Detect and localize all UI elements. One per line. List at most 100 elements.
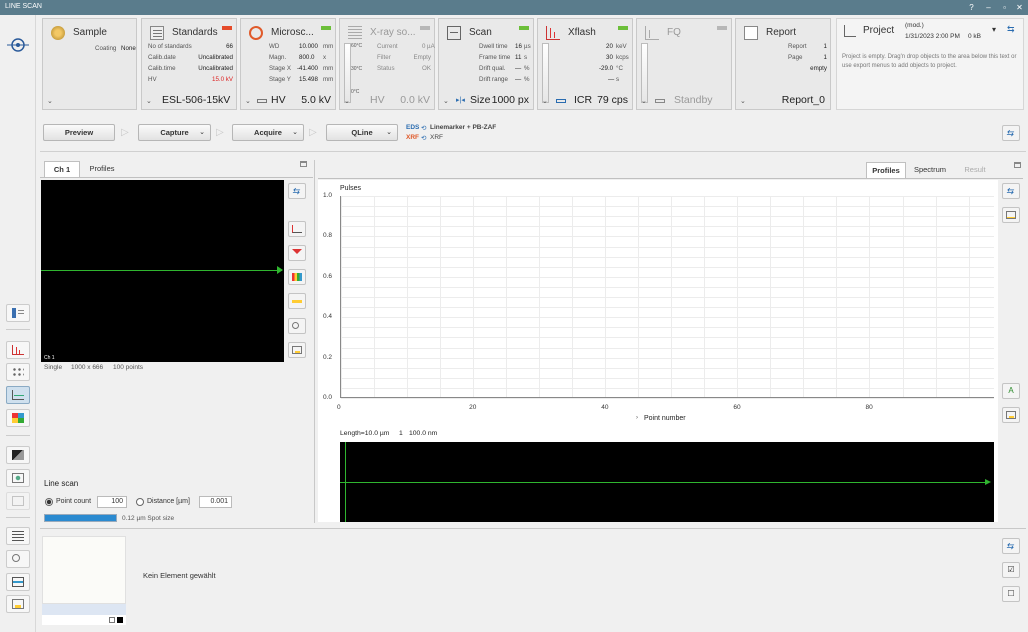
disabled-tool-button[interactable]	[6, 492, 30, 510]
preview-button[interactable]: Preview	[43, 124, 115, 141]
search-tool-button[interactable]	[6, 550, 30, 568]
point-count-radio[interactable]	[45, 498, 53, 506]
distance-input[interactable]: 0.001	[199, 496, 232, 508]
scan-line-end-marker[interactable]	[277, 266, 283, 274]
acquire-button[interactable]: Acquire ⌄	[232, 124, 304, 141]
report-tool-button[interactable]	[6, 595, 30, 613]
scan-card[interactable]: Scan Dwell time 16 µs Frame time 11 s Dr…	[438, 18, 534, 110]
tab-ch1[interactable]: Ch 1	[44, 161, 80, 177]
capture-button[interactable]: Capture ⌄	[138, 124, 211, 141]
sample-card[interactable]: Sample Coating None ⌄	[42, 18, 137, 110]
report-card[interactable]: Report Report 1 Page 1 empty ⌄ Report_0	[735, 18, 831, 110]
tab-profiles[interactable]: Profiles	[84, 161, 120, 177]
auto-scale-button[interactable]: A	[1002, 383, 1020, 399]
y-tick-label: 0.4	[323, 313, 333, 321]
temp-label: 60°C	[351, 43, 363, 49]
qline-label: QLine	[351, 128, 373, 137]
check-all-button[interactable]: ☑	[1002, 562, 1020, 578]
points-icon	[12, 367, 24, 377]
chart-report-button[interactable]	[1002, 407, 1020, 423]
grid-line-horizontal	[341, 286, 994, 288]
marker-button[interactable]	[288, 293, 306, 309]
panel-splitter[interactable]	[314, 160, 315, 523]
chevron-down-icon[interactable]: ⌄	[542, 97, 548, 105]
chevron-down-icon[interactable]: ⌄	[443, 97, 449, 105]
xflash-card[interactable]: Xflash 20 keV 30 kcps -29.0 °C — s ⌄ ICR…	[537, 18, 633, 110]
no-element-message: Kein Element gewählt	[143, 571, 216, 580]
list-tool-button[interactable]	[6, 527, 30, 545]
point-count-input[interactable]: 100	[97, 496, 127, 508]
standards-label: Calib.date	[148, 54, 176, 61]
qline-button[interactable]: QLine ⌄	[326, 124, 398, 141]
linescan-tool-button[interactable]	[6, 386, 30, 404]
xray-label: Filter	[377, 54, 391, 61]
workflow-arrow-icon: ▷	[216, 127, 224, 138]
list-icon	[12, 531, 24, 541]
spectrum-tool-button[interactable]	[6, 341, 30, 359]
project-tree-icon	[844, 25, 856, 37]
x-axis-chevron-icon[interactable]: ›	[636, 415, 638, 421]
microscope-status-indicator	[321, 26, 331, 30]
size-icon: ▸|◂	[456, 97, 465, 104]
swatch-white[interactable]	[109, 617, 115, 623]
xrf-method[interactable]: XRF	[430, 134, 443, 141]
image-report-button[interactable]	[288, 342, 306, 358]
tab-profiles-right[interactable]: Profiles	[866, 162, 906, 178]
microscope-card[interactable]: Microsc... WD 10.000 mm Magn. 800.0 x St…	[240, 18, 336, 110]
magnifier-icon	[292, 322, 299, 329]
minimize-button[interactable]: –	[983, 2, 994, 13]
help-list-button[interactable]	[6, 304, 30, 322]
chevron-down-icon[interactable]: ⌄	[641, 97, 647, 105]
workflow-exchange-button[interactable]: ⇆	[1002, 125, 1020, 141]
microscope-unit: x	[323, 54, 327, 61]
grid-line-horizontal	[341, 357, 994, 359]
chevron-down-icon[interactable]: ⌄	[146, 97, 152, 105]
restore-button[interactable]: ▫	[999, 2, 1010, 13]
chart-exchange-button[interactable]: ⇆	[1002, 183, 1020, 199]
maximize-icon[interactable]	[1014, 162, 1021, 168]
standards-card[interactable]: Standards No of standards 66 Calib.date …	[141, 18, 237, 110]
mapping-tool-button[interactable]	[6, 409, 30, 427]
scan-unit: %	[524, 76, 530, 83]
xflash-icr-label: ICR	[574, 94, 593, 106]
chevron-down-icon[interactable]: ⌄	[47, 97, 53, 105]
table-tool-button[interactable]	[6, 573, 30, 591]
distance-radio[interactable]	[136, 498, 144, 506]
scan-value: 16	[515, 43, 522, 50]
help-button[interactable]: ?	[966, 2, 977, 13]
scan-line[interactable]	[41, 270, 282, 271]
project-dropdown-icon[interactable]: ▾	[992, 25, 996, 34]
image-tool-button[interactable]	[6, 446, 30, 464]
uncheck-all-button[interactable]: ☐	[1002, 586, 1020, 602]
chevron-down-icon[interactable]: ⌄	[740, 97, 746, 105]
chevron-down-icon[interactable]: ⌄	[344, 97, 350, 105]
eds-method[interactable]: Linemarker + PB-ZAF	[430, 124, 496, 131]
filter-button[interactable]	[288, 245, 306, 261]
linescan-preview[interactable]	[340, 442, 994, 522]
project-exchange-icon[interactable]: ⇆	[1007, 24, 1015, 35]
chevron-down-icon: ⌄	[386, 129, 392, 136]
object-tool-button[interactable]	[6, 469, 30, 487]
project-panel[interactable]: Project (mod.) 1/31/2023 2:00 PM 0 kB ▾ …	[836, 18, 1024, 110]
image-exchange-button[interactable]: ⇆	[288, 183, 306, 199]
sem-image[interactable]: Ch 1	[41, 180, 284, 362]
chart-image-button[interactable]	[1002, 207, 1020, 223]
zoom-button[interactable]	[288, 318, 306, 334]
colors-button[interactable]	[288, 269, 306, 285]
chevron-down-icon[interactable]: ⌄	[245, 97, 251, 105]
swatch-black[interactable]	[117, 617, 123, 623]
xray-source-card[interactable]: X-ray so... 60°C 30°C 0°C Current 0 µA F…	[339, 18, 435, 110]
tab-spectrum[interactable]: Spectrum	[909, 162, 951, 178]
point-tool-button[interactable]	[6, 363, 30, 381]
report-title: Report	[766, 27, 797, 38]
grid-line-horizontal	[341, 297, 994, 298]
scan-icon	[447, 26, 461, 40]
tab-result[interactable]: Result	[954, 162, 996, 178]
profile-plot[interactable]	[340, 196, 994, 399]
bottom-exchange-button[interactable]: ⇆	[1002, 538, 1020, 554]
maximize-icon[interactable]	[300, 161, 307, 167]
close-button[interactable]: ✕	[1014, 2, 1025, 13]
fq-card[interactable]: FQ ⌄ Standby	[636, 18, 732, 110]
element-preview	[42, 536, 126, 604]
sort-button[interactable]	[288, 221, 306, 237]
